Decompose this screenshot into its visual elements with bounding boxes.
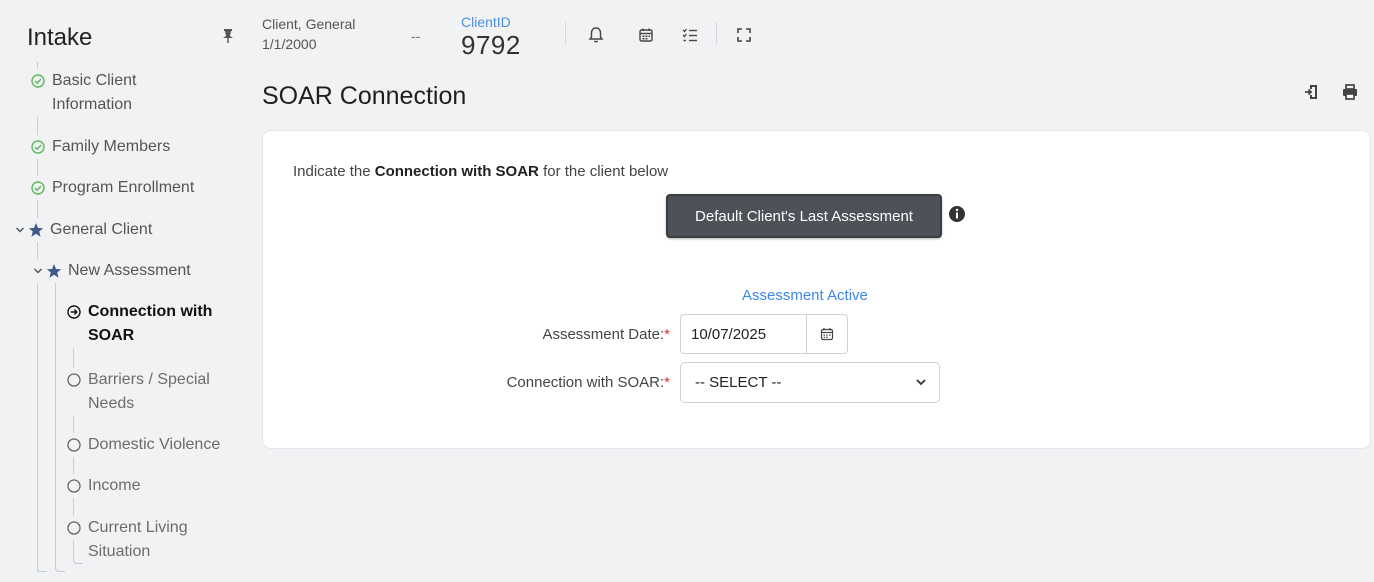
calendar-icon (820, 328, 834, 341)
sidebar-item-label: Family Members (52, 138, 171, 155)
sidebar-item-label: General Client (50, 221, 153, 238)
sidebar-item-label: Connection with SOAR (88, 303, 213, 344)
chevron-down-icon[interactable] (14, 218, 26, 242)
client-info: Client, General 1/1/2000 (262, 14, 355, 54)
check-circle-icon (30, 135, 46, 159)
form-instructions: Indicate the Connection with SOAR for th… (293, 163, 668, 180)
instructions-emphasis: Connection with SOAR (374, 163, 539, 180)
sidebar-item-label: Domestic Violence (88, 436, 221, 453)
sidebar-item-label: Current Living Situation (88, 519, 188, 560)
instructions-prefix: Indicate the (293, 163, 375, 180)
instructions-suffix: for the client below (538, 163, 669, 180)
header-divider (565, 22, 566, 44)
sidebar-item-general-client[interactable]: General Client (14, 218, 153, 242)
sidebar-item-label: Income (88, 477, 141, 494)
sidebar-item-label: Basic Client Information (52, 72, 137, 113)
arrow-circle-icon (66, 300, 82, 324)
print-icon[interactable] (1340, 82, 1360, 102)
circle-icon (66, 368, 82, 392)
sidebar-item-income[interactable]: Income (66, 474, 141, 498)
check-circle-icon (30, 176, 46, 200)
sidebar-item-program-enrollment[interactable]: Program Enrollment (30, 176, 195, 200)
sidebar-item-basic-client-information[interactable]: Basic Client Information (30, 69, 220, 117)
client-dob: 1/1/2000 (262, 36, 317, 52)
sidebar-item-family-members[interactable]: Family Members (30, 135, 171, 159)
star-icon (46, 259, 62, 283)
export-icon[interactable] (1302, 82, 1322, 102)
connection-with-soar-select[interactable]: -- SELECT -- (680, 362, 940, 403)
calendar-icon[interactable] (637, 26, 655, 44)
assessment-status: Assessment Active (742, 287, 868, 304)
sidebar-item-new-assessment[interactable]: New Assessment (32, 259, 191, 283)
check-circle-icon (30, 69, 46, 93)
connection-label-text: Connection with SOAR: (506, 374, 665, 391)
expand-icon[interactable] (735, 26, 753, 44)
assessment-date-label: Assessment Date:* (370, 326, 670, 343)
required-marker: * (664, 374, 670, 391)
assessment-date-label-text: Assessment Date: (542, 326, 665, 343)
info-icon[interactable] (948, 205, 966, 223)
date-picker-button[interactable] (806, 314, 848, 354)
sidebar-item-label: New Assessment (68, 262, 191, 279)
connection-with-soar-label: Connection with SOAR:* (370, 374, 670, 391)
sidebar-item-current-living-situation[interactable]: Current Living Situation (66, 516, 236, 564)
sidebar-item-label: Program Enrollment (52, 179, 195, 196)
chevron-down-icon (916, 379, 926, 386)
assessment-date-input[interactable] (680, 314, 806, 354)
sidebar-item-barriers-special-needs[interactable]: Barriers / Special Needs (66, 368, 236, 416)
select-value: -- SELECT -- (695, 374, 782, 391)
checklist-icon[interactable] (681, 26, 699, 44)
pin-icon[interactable] (220, 28, 236, 44)
client-id-label: ClientID (461, 14, 511, 30)
circle-icon (66, 516, 82, 540)
required-marker: * (664, 326, 670, 343)
bell-icon[interactable] (587, 26, 605, 44)
page-title: SOAR Connection (262, 82, 467, 110)
chevron-down-icon[interactable] (32, 259, 44, 283)
header-separator-text: -- (411, 28, 421, 44)
default-last-assessment-button[interactable]: Default Client's Last Assessment (666, 194, 942, 238)
header-divider (716, 22, 717, 44)
circle-icon (66, 433, 82, 457)
client-id-value: 9792 (461, 30, 521, 60)
sidebar-item-label: Barriers / Special Needs (88, 371, 210, 412)
sidebar-item-connection-with-soar[interactable]: Connection with SOAR (66, 300, 236, 348)
sidebar-title: Intake (27, 24, 93, 51)
circle-icon (66, 474, 82, 498)
star-icon (28, 218, 44, 242)
sidebar: Intake Basic Client Information Family M… (0, 0, 246, 582)
sidebar-item-domestic-violence[interactable]: Domestic Violence (66, 433, 221, 457)
client-name: Client, General (262, 16, 356, 32)
